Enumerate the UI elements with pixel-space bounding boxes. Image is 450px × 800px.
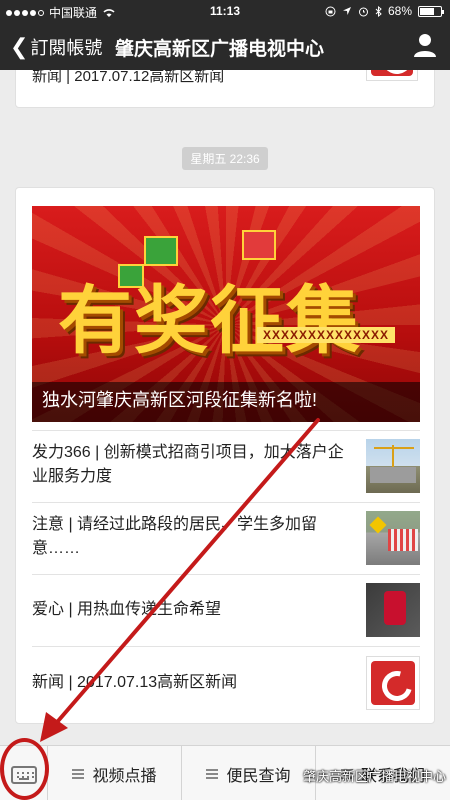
- menu-icon: [72, 768, 85, 779]
- article-title: 发力366 | 创新模式招商引项目，加大落户企业服务力度: [32, 444, 344, 485]
- article-row[interactable]: 注意 | 请经过此路段的居民、学生多加留意……: [32, 502, 420, 574]
- menu-label: 视频点播: [92, 767, 157, 785]
- article-row[interactable]: 发力366 | 创新模式招商引项目，加大落户企业服务力度: [32, 430, 420, 502]
- navigation-bar: ❮ 訂閱帳號 肇庆高新区广播电视中心: [0, 22, 450, 70]
- article-row[interactable]: 爱心 | 用热血传递生命希望: [32, 574, 420, 646]
- featured-article-title: 独水河肇庆高新区河段征集新名啦!: [42, 390, 317, 410]
- back-button[interactable]: ❮ 訂閱帳號: [10, 34, 102, 60]
- article-group-card: 有奖征集 XXXXXXXXXXXXXX 独水河肇庆高新区河段征集新名啦! 发力3…: [15, 187, 435, 724]
- battery-percent: 68%: [387, 4, 412, 18]
- previous-article-title[interactable]: 新闻 | 2017.07.12高新区新闻: [32, 70, 224, 86]
- annotation-circle: [0, 738, 49, 800]
- station-logo-thumbnail: [366, 656, 420, 710]
- status-bar: 中国联通 11:13 68%: [0, 0, 450, 22]
- location-icon: [342, 7, 351, 15]
- article-title: 爱心 | 用热血传递生命希望: [32, 601, 222, 618]
- construction-thumbnail: [366, 439, 420, 493]
- previous-article-card[interactable]: 新闻 | 2017.07.12高新区新闻: [15, 70, 435, 108]
- menu-video-on-demand[interactable]: 视频点播: [48, 746, 182, 800]
- featured-article-banner[interactable]: 有奖征集 XXXXXXXXXXXXXX 独水河肇庆高新区河段征集新名啦!: [32, 206, 420, 422]
- menu-icon: [206, 768, 219, 779]
- article-title: 新闻 | 2017.07.13高新区新闻: [32, 674, 238, 691]
- menu-public-services[interactable]: 便民查询: [182, 746, 316, 800]
- article-row[interactable]: 新闻 | 2017.07.13高新区新闻: [32, 646, 420, 718]
- article-title: 注意 | 请经过此路段的居民、学生多加留意……: [32, 516, 318, 557]
- alarm-icon: [358, 7, 368, 16]
- banner-headline: 有奖征集: [58, 278, 362, 364]
- menu-label: 便民查询: [226, 767, 291, 785]
- back-label: 訂閱帳號: [30, 38, 103, 58]
- road-sign-thumbnail: [366, 511, 420, 565]
- profile-icon[interactable]: [412, 32, 438, 58]
- message-timestamp: 星期五 22:36: [0, 147, 450, 170]
- message-feed[interactable]: 新闻 | 2017.07.12高新区新闻 星期五 22:36 有奖征集 XXXX…: [0, 70, 450, 745]
- bluetooth-icon: [375, 5, 382, 17]
- blood-bag-thumbnail: [366, 583, 420, 637]
- station-logo-thumbnail: [366, 70, 418, 81]
- battery-icon: [418, 5, 444, 17]
- gift-box-icon: [242, 230, 276, 260]
- banner-subtext: XXXXXXXXXXXXXX: [257, 327, 396, 343]
- page-title: 肇庆高新区广播电视中心: [115, 39, 325, 60]
- chevron-left-icon: ❮: [10, 34, 29, 59]
- rotation-lock-icon: [325, 6, 336, 16]
- watermark: 肇庆高新区广播电视中心: [302, 769, 446, 784]
